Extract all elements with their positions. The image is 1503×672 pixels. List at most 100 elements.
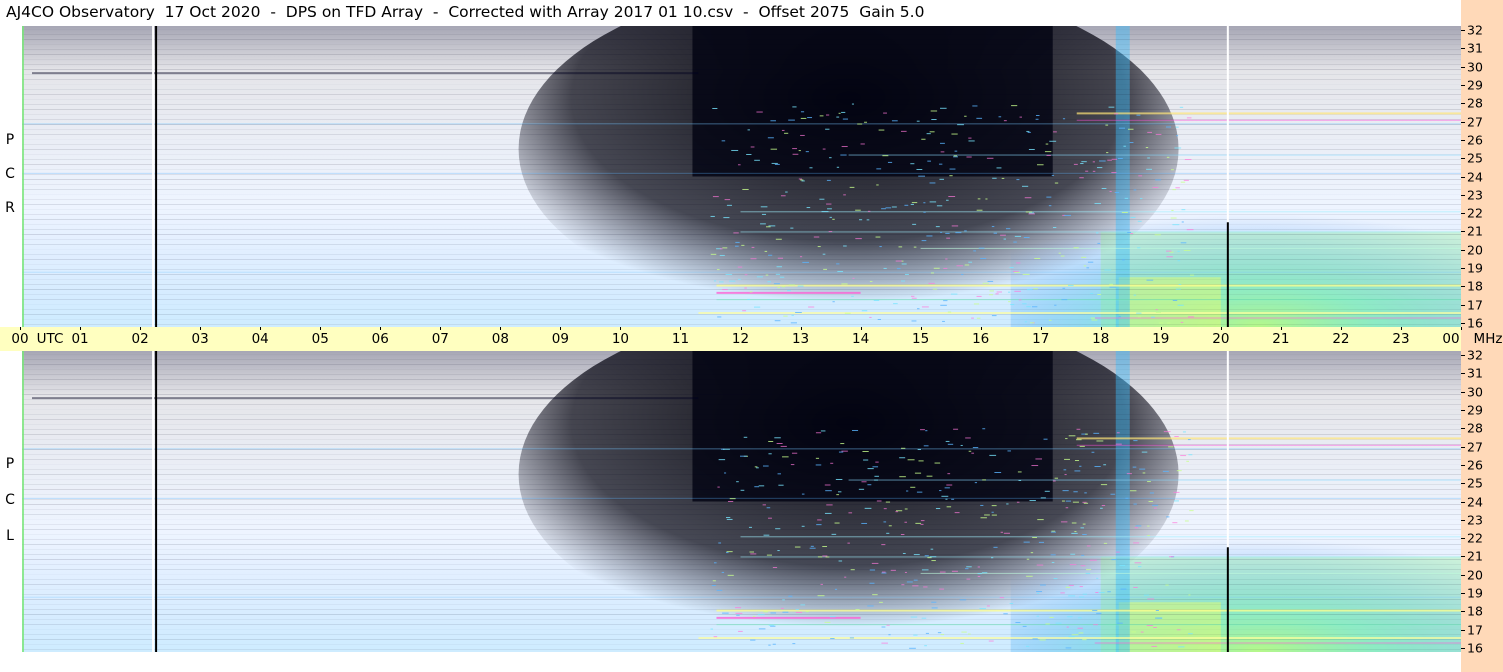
sparkle-dot (977, 566, 980, 568)
sparkle-dot (1052, 480, 1056, 482)
sparkle-dot (820, 430, 826, 432)
time-tick-mark (800, 327, 802, 330)
sparkle-dot (722, 448, 730, 450)
sparkle-dot (930, 272, 935, 274)
time-tick-label: 20 (1212, 331, 1230, 347)
time-tick-label: 14 (851, 331, 870, 347)
sparkle-dot (1028, 213, 1035, 215)
sparkle-dot (717, 486, 720, 488)
sparkle-dot (954, 512, 960, 514)
sparkle-dot (976, 209, 983, 211)
page-title: AJ4CO Observatory 17 Oct 2020 - DPS on T… (6, 3, 925, 21)
sparkle-dot (758, 485, 765, 487)
time-tick-mark (440, 327, 442, 330)
sparkle-dot (1129, 142, 1134, 144)
sparkle-dot (1080, 163, 1084, 165)
sparkle-dot (722, 289, 728, 291)
sparkle-dot (940, 142, 945, 144)
texture-stripe (22, 444, 1461, 445)
sparkle-dot (726, 518, 733, 520)
time-tick-mark (1400, 327, 1402, 330)
sparkle-dot (1188, 454, 1193, 456)
texture-stripe (22, 194, 1461, 195)
sparkle-dot (929, 131, 935, 133)
sparkle-dot (1100, 484, 1108, 486)
sparkle-dot (881, 571, 886, 573)
sparkle-dot (1116, 432, 1120, 434)
sparkle-dot (1186, 460, 1189, 462)
sparkle-dot (717, 316, 722, 318)
sparkle-dot (1108, 106, 1115, 108)
sparkle-dot (763, 534, 770, 536)
sparkle-dot (1081, 554, 1085, 556)
texture-stripe (22, 519, 1461, 520)
texture-stripe (22, 499, 1461, 500)
sparkle-dot (1137, 220, 1142, 222)
texture-stripe (22, 29, 1461, 30)
sparkle-dot (738, 278, 741, 280)
sparkle-dot (817, 556, 823, 558)
texture-stripe (22, 399, 1461, 400)
sparkle-dot (1085, 572, 1091, 574)
bottom-frame (0, 652, 1461, 672)
sparkle-dot (749, 551, 755, 553)
sparkle-dot (1066, 626, 1069, 628)
sparkle-dot (1018, 479, 1022, 481)
sparkle-dot (750, 553, 757, 555)
sparkle-dot (911, 202, 918, 204)
frequency-tick-label: 20 (1467, 242, 1483, 258)
lcp-letter-c: C (5, 492, 15, 508)
sparkle-dot (722, 247, 728, 249)
sparkle-dot (1172, 522, 1178, 524)
sparkle-dot (781, 129, 785, 131)
sparkle-dot (836, 494, 840, 496)
sparkle-dot (1176, 470, 1182, 472)
sparkle-dot (810, 545, 814, 547)
texture-stripe (22, 369, 1461, 370)
sparkle-dot (1014, 271, 1021, 273)
sparkle-dot (979, 608, 986, 610)
frequency-tick-label: 26 (1467, 457, 1483, 473)
sparkle-dot (968, 450, 972, 452)
sparkle-dot (725, 517, 731, 519)
sparkle-dot (1035, 458, 1043, 460)
texture-stripe (22, 64, 1461, 65)
frequency-tick-mark (1461, 323, 1465, 324)
sparkle-dot (881, 208, 886, 210)
sparkle-dot (1077, 627, 1083, 629)
time-tick-mark (20, 327, 21, 330)
sparkle-dot (710, 215, 715, 217)
sparkle-dot (1065, 500, 1071, 502)
sparkle-dot (1014, 290, 1021, 292)
texture-stripe (22, 529, 1461, 530)
sparkle-dot (926, 133, 931, 135)
sparkle-dot (735, 241, 740, 243)
sparkle-dot (780, 607, 784, 609)
texture-stripe (22, 189, 1461, 190)
sparkle-dot (886, 624, 890, 626)
sparkle-dot (920, 523, 924, 525)
sparkle-dot (923, 586, 928, 588)
sparkle-dot (1133, 440, 1138, 442)
sparkle-dot (940, 107, 947, 109)
sparkle-dot (1180, 321, 1184, 323)
sparkle-dot (743, 436, 748, 438)
rfi-line (716, 291, 861, 294)
sparkle-dot (1190, 274, 1195, 276)
frequency-tick-label: 24 (1467, 494, 1483, 509)
sparkle-dot (877, 318, 881, 320)
texture-stripe (22, 89, 1461, 90)
vertical-streak (1115, 26, 1130, 327)
rfi-line (698, 312, 1461, 315)
texture-stripe (22, 599, 1461, 600)
black-time-marker (155, 351, 158, 652)
sparkle-dot (723, 217, 730, 219)
sparkle-dot (1109, 283, 1113, 285)
sparkle-dot (939, 571, 946, 573)
sparkle-dot (938, 163, 943, 165)
sparkle-dot (826, 203, 832, 205)
sparkle-dot (1184, 159, 1192, 161)
sparkle-dot (896, 268, 901, 270)
sparkle-dot (1180, 181, 1186, 183)
texture-stripe (22, 99, 1461, 100)
